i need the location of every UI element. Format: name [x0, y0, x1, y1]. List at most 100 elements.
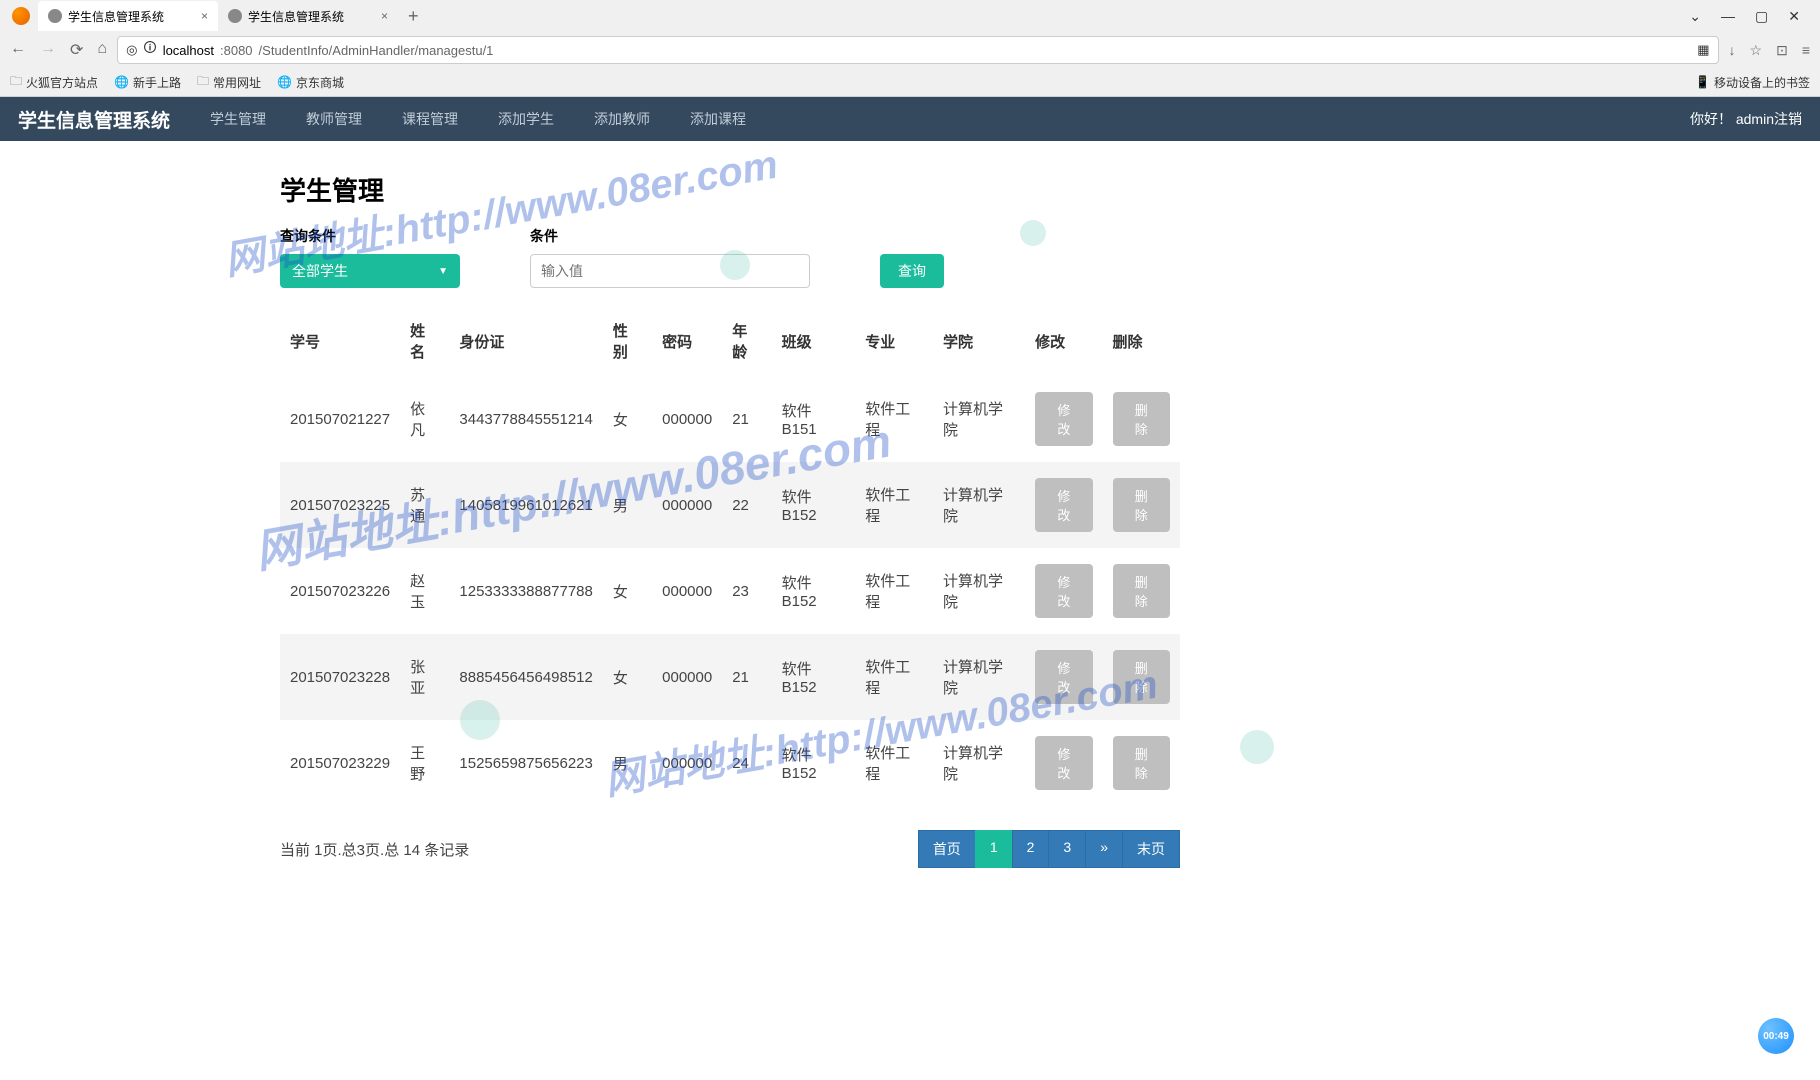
edit-button[interactable]: 修改: [1035, 478, 1092, 532]
maximize-icon[interactable]: ▢: [1755, 8, 1768, 25]
table-cell: 201507023226: [280, 548, 400, 634]
reload-icon[interactable]: ⟳: [70, 40, 83, 60]
edit-button[interactable]: 修改: [1035, 650, 1092, 704]
table-cell: 21: [722, 376, 771, 462]
browser-tab[interactable]: 学生信息管理系统 ×: [38, 1, 218, 31]
user-info: 你好！ admin注销: [1690, 109, 1802, 129]
col-major: 专业: [855, 306, 933, 376]
close-icon[interactable]: ✕: [1788, 8, 1800, 25]
table-cell: 1525659875656223: [449, 720, 602, 806]
page-number[interactable]: 2: [1012, 830, 1050, 868]
query-button[interactable]: 查询: [880, 254, 944, 288]
nav-item[interactable]: 添加课程: [690, 109, 746, 129]
new-tab-button[interactable]: +: [398, 6, 429, 27]
table-cell: 000000: [652, 720, 722, 806]
nav-item[interactable]: 添加学生: [498, 109, 554, 129]
table-cell: 男: [603, 720, 652, 806]
pagination-summary: 当前 1页.总3页.总 14 条记录: [280, 839, 469, 860]
folder-icon: 🗀: [197, 72, 209, 93]
globe-icon: 🌐: [277, 75, 292, 89]
bookmark-item[interactable]: 🗀火狐官方站点: [10, 72, 98, 93]
folder-icon: 🗀: [10, 72, 22, 93]
username: admin: [1736, 111, 1774, 127]
query-label: 查询条件: [280, 226, 460, 246]
bookmark-item[interactable]: 🌐京东商城: [277, 74, 344, 91]
close-icon[interactable]: ×: [201, 9, 208, 23]
query-dropdown[interactable]: 全部学生: [280, 254, 460, 288]
url-input[interactable]: ◎ 🛈 localhost:8080/StudentInfo/AdminHand…: [117, 36, 1718, 64]
bookmark-icon[interactable]: ☆: [1750, 42, 1763, 59]
back-icon[interactable]: ←: [10, 40, 26, 60]
table-cell: 软件工程: [855, 634, 933, 720]
page-next[interactable]: »: [1085, 830, 1123, 868]
delete-button[interactable]: 删除: [1113, 564, 1170, 618]
col-college: 学院: [933, 306, 1025, 376]
qr-icon[interactable]: ▦: [1697, 42, 1709, 58]
edit-button[interactable]: 修改: [1035, 564, 1092, 618]
nav-item[interactable]: 课程管理: [402, 109, 458, 129]
page-number[interactable]: 1: [975, 830, 1013, 868]
condition-input[interactable]: [530, 254, 810, 288]
favicon-icon: [48, 9, 62, 23]
delete-button[interactable]: 删除: [1113, 736, 1170, 790]
nav-menu: 学生管理 教师管理 课程管理 添加学生 添加教师 添加课程: [210, 109, 746, 129]
table-cell: 女: [603, 548, 652, 634]
library-icon[interactable]: ⊡: [1776, 42, 1788, 59]
lock-icon: 🛈: [143, 39, 156, 61]
table-cell: 依凡: [400, 376, 449, 462]
nav-item[interactable]: 添加教师: [594, 109, 650, 129]
url-path: /StudentInfo/AdminHandler/managestu/1: [259, 43, 494, 58]
col-idcard: 身份证: [449, 306, 602, 376]
firefox-logo-icon: [12, 7, 30, 25]
table-cell: 软件B152: [772, 720, 856, 806]
chevron-down-icon[interactable]: ⌄: [1689, 8, 1701, 25]
recording-badge: 00:49: [1758, 1018, 1794, 1054]
tab-title: 学生信息管理系统: [248, 8, 344, 25]
table-cell: 22: [722, 462, 771, 548]
col-delete: 删除: [1103, 306, 1180, 376]
table-cell: 王野: [400, 720, 449, 806]
bookmark-item[interactable]: 🌐新手上路: [114, 74, 181, 91]
col-edit: 修改: [1025, 306, 1102, 376]
menu-icon[interactable]: ≡: [1802, 42, 1810, 59]
mobile-bookmarks[interactable]: 📱移动设备上的书签: [1695, 74, 1810, 91]
edit-button[interactable]: 修改: [1035, 392, 1092, 446]
table-cell: 000000: [652, 634, 722, 720]
nav-item[interactable]: 学生管理: [210, 109, 266, 129]
table-row: 201507023228张亚8885456456498512女00000021软…: [280, 634, 1180, 720]
table-cell: 23: [722, 548, 771, 634]
close-icon[interactable]: ×: [381, 9, 388, 23]
table-cell: 男: [603, 462, 652, 548]
page-number[interactable]: 3: [1048, 830, 1086, 868]
edit-button[interactable]: 修改: [1035, 736, 1092, 790]
minimize-icon[interactable]: —: [1721, 8, 1735, 25]
address-bar: ← → ⟳ ⌂ ◎ 🛈 localhost:8080/StudentInfo/A…: [0, 32, 1820, 68]
table-cell: 201507023229: [280, 720, 400, 806]
table-cell: 女: [603, 376, 652, 462]
table-cell: 软件工程: [855, 720, 933, 806]
nav-item[interactable]: 教师管理: [306, 109, 362, 129]
col-gender: 性别: [603, 306, 652, 376]
delete-button[interactable]: 删除: [1113, 650, 1170, 704]
delete-button[interactable]: 删除: [1113, 478, 1170, 532]
greeting: 你好！: [1690, 111, 1732, 127]
logout-link[interactable]: 注销: [1774, 111, 1802, 127]
download-icon[interactable]: ↓: [1729, 42, 1736, 59]
tab-bar: 学生信息管理系统 × 学生信息管理系统 × + ⌄ — ▢ ✕: [0, 0, 1820, 32]
globe-icon: 🌐: [114, 75, 129, 89]
table-cell: 女: [603, 634, 652, 720]
table-cell: 000000: [652, 376, 722, 462]
page-first[interactable]: 首页: [918, 830, 976, 868]
home-icon[interactable]: ⌂: [97, 40, 107, 60]
bookmark-item[interactable]: 🗀常用网址: [197, 72, 261, 93]
table-cell: 24: [722, 720, 771, 806]
table-cell: 赵玉: [400, 548, 449, 634]
page-last[interactable]: 末页: [1122, 830, 1180, 868]
browser-tab[interactable]: 学生信息管理系统 ×: [218, 1, 398, 31]
delete-button[interactable]: 删除: [1113, 392, 1170, 446]
table-cell: 000000: [652, 462, 722, 548]
col-age: 年龄: [722, 306, 771, 376]
table-cell: 201507021227: [280, 376, 400, 462]
pagination: 首页 1 2 3 » 末页: [919, 830, 1180, 868]
shield-icon: ◎: [126, 42, 137, 58]
